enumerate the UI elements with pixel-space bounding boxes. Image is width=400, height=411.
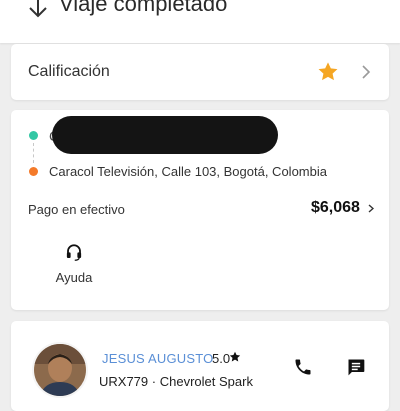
star-icon — [318, 62, 338, 81]
rating-row[interactable]: Calificación — [11, 44, 389, 100]
chevron-right-icon[interactable] — [368, 204, 374, 213]
chevron-right-icon — [362, 65, 371, 79]
help-label: Ayuda — [55, 270, 93, 285]
separator: · — [151, 374, 157, 389]
pickup-dot — [29, 131, 38, 140]
dropoff-dot — [29, 167, 38, 176]
headset-icon — [66, 244, 82, 261]
trip-price[interactable]: $6,068 — [311, 199, 360, 217]
payment-method: Pago en efectivo — [28, 202, 125, 217]
vehicle-info: URX779 · Chevrolet Spark — [99, 374, 253, 389]
driver-card: JESUS AUGUSTO 5.0 URX779 · Chevrolet Spa… — [11, 321, 389, 411]
redacted-pickup-address — [52, 116, 278, 154]
star-icon — [229, 351, 241, 362]
driver-rating: 5.0 — [212, 351, 231, 366]
page-title: Viaje completado — [59, 0, 228, 16]
message-icon[interactable] — [346, 357, 366, 377]
top-bar: Viaje completado — [0, 0, 400, 43]
driver-name[interactable]: JESUS AUGUSTO — [102, 351, 213, 366]
help-button[interactable]: Ayuda — [49, 238, 99, 292]
driver-avatar[interactable] — [32, 342, 88, 398]
vehicle-model: Chevrolet Spark — [159, 374, 253, 389]
arrow-down-icon[interactable] — [26, 0, 50, 20]
trip-summary-card: C Caracol Televisión, Calle 103, Bogotá,… — [11, 110, 389, 310]
dropoff-address: Caracol Televisión, Calle 103, Bogotá, C… — [49, 164, 327, 179]
rating-label: Calificación — [28, 63, 110, 80]
license-plate: URX779 — [99, 374, 149, 389]
route-line — [33, 143, 34, 163]
phone-icon[interactable] — [293, 357, 313, 377]
